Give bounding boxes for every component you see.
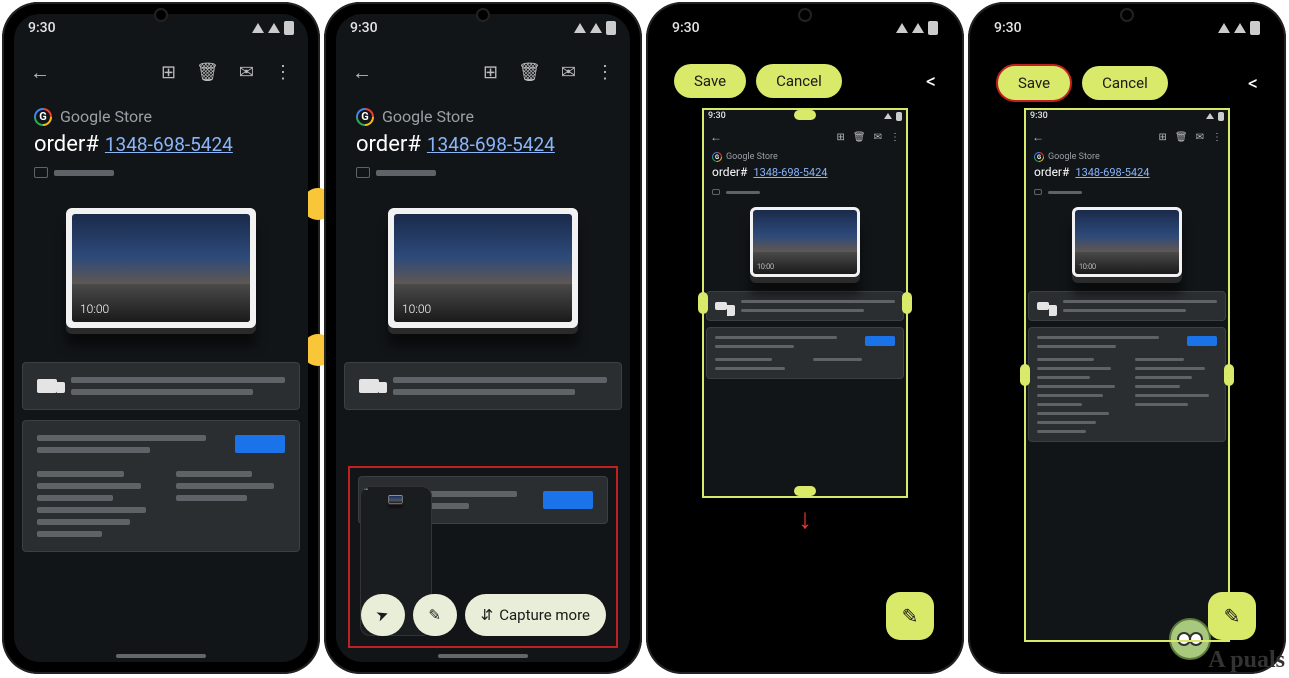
share-button[interactable]: ➤ [361, 594, 405, 636]
archive-icon[interactable]: ⊞ [483, 62, 498, 83]
crop-selection[interactable] [1024, 108, 1230, 642]
cancel-button[interactable]: Cancel [756, 64, 842, 98]
crop-handle-top[interactable] [794, 110, 816, 120]
more-icon[interactable]: ⋮ [596, 62, 614, 83]
edit-icon: ✎ [902, 604, 919, 628]
crop-handle-left[interactable] [1020, 364, 1030, 386]
status-time: 9:30 [28, 20, 56, 36]
screen-1: 9:30 ← ⊞ 🗑 ✉ ⋮ Google Store [14, 14, 308, 662]
status-icons [252, 21, 294, 35]
order-number-link[interactable]: 1348-698-5424 [105, 133, 233, 156]
capture-more-button[interactable]: ⇵ Capture more [465, 594, 606, 636]
screen-4: 9:30 Save Cancel < 9:30 ←⊞🗑✉⋮ Google Sto… [980, 14, 1274, 662]
crop-selection[interactable] [702, 108, 908, 498]
truck-icon [37, 379, 57, 393]
share-icon[interactable]: < [926, 69, 936, 93]
delete-icon[interactable]: 🗑 [518, 62, 541, 83]
sender-name: Google Store [60, 107, 152, 126]
expand-icon: ⇵ [481, 606, 494, 624]
app-bar: ← ⊞ 🗑 ✉ ⋮ [14, 42, 308, 103]
save-button[interactable]: Save [996, 64, 1072, 102]
edit-icon: ✎ [1224, 604, 1241, 628]
screenshot-actions: ➤ ✎ ⇵ Capture more [361, 594, 606, 636]
save-button[interactable]: Save [674, 64, 746, 98]
nav-pill[interactable] [116, 654, 206, 658]
phone-frame-2: 9:30 ← ⊞ 🗑 ✉ ⋮ Google Store order#1348-6… [324, 2, 642, 674]
crop-action-bar: Save Cancel < [996, 64, 1258, 102]
google-logo-icon [34, 108, 52, 126]
watermark: A puals [1208, 647, 1285, 674]
edit-fab[interactable]: ✎ [1208, 592, 1256, 640]
screen-2: 9:30 ← ⊞ 🗑 ✉ ⋮ Google Store order#1348-6… [336, 14, 630, 662]
back-icon[interactable]: ← [352, 60, 372, 85]
share-icon[interactable]: < [1248, 71, 1258, 95]
drag-down-arrow: ↓ [798, 502, 812, 535]
archive-icon[interactable]: ⊞ [161, 62, 176, 83]
crop-action-bar: Save Cancel < [674, 64, 936, 98]
edit-fab[interactable]: ✎ [886, 592, 934, 640]
folder-indicator [34, 167, 288, 178]
share-icon: ➤ [374, 604, 392, 625]
front-camera [1120, 8, 1134, 22]
crop-handle-left[interactable] [698, 292, 708, 314]
mail-icon[interactable]: ✉ [239, 62, 254, 83]
cancel-button[interactable]: Cancel [1082, 66, 1168, 100]
phone-frame-3: 9:30 Save Cancel < 9:30 ←⊞🗑✉⋮ Google Sto… [646, 2, 964, 674]
edit-icon: ✎ [428, 606, 441, 624]
phone-frame-1: 9:30 ← ⊞ 🗑 ✉ ⋮ Google Store [2, 2, 320, 674]
sender: Google Store [34, 107, 288, 126]
mail-icon[interactable]: ✉ [561, 62, 576, 83]
product-image: 10:00 [34, 208, 288, 328]
details-card [22, 420, 300, 552]
edit-button[interactable]: ✎ [413, 594, 457, 636]
crop-handle-right[interactable] [902, 292, 912, 314]
screen-3: 9:30 Save Cancel < 9:30 ←⊞🗑✉⋮ Google Sto… [658, 14, 952, 662]
front-camera [154, 8, 168, 22]
order-label: order# [34, 132, 99, 157]
action-button[interactable] [235, 435, 285, 453]
more-icon[interactable]: ⋮ [274, 62, 292, 83]
crop-handle-bottom[interactable] [794, 486, 816, 496]
phone-frame-4: 9:30 Save Cancel < 9:30 ←⊞🗑✉⋮ Google Sto… [968, 2, 1286, 674]
capture-more-label: Capture more [499, 606, 590, 624]
nav-pill[interactable] [438, 654, 528, 658]
crop-handle-right[interactable] [1224, 364, 1234, 386]
front-camera [798, 8, 812, 22]
back-icon[interactable]: ← [30, 60, 50, 85]
screenshot-toolbar-highlight: 9:30 ➤ ✎ ⇵Capture more [348, 466, 618, 648]
shipping-card [22, 362, 300, 410]
front-camera [476, 8, 490, 22]
tutorial-panels: 9:30 ← ⊞ 🗑 ✉ ⋮ Google Store [0, 0, 1289, 676]
delete-icon[interactable]: 🗑 [196, 62, 219, 83]
